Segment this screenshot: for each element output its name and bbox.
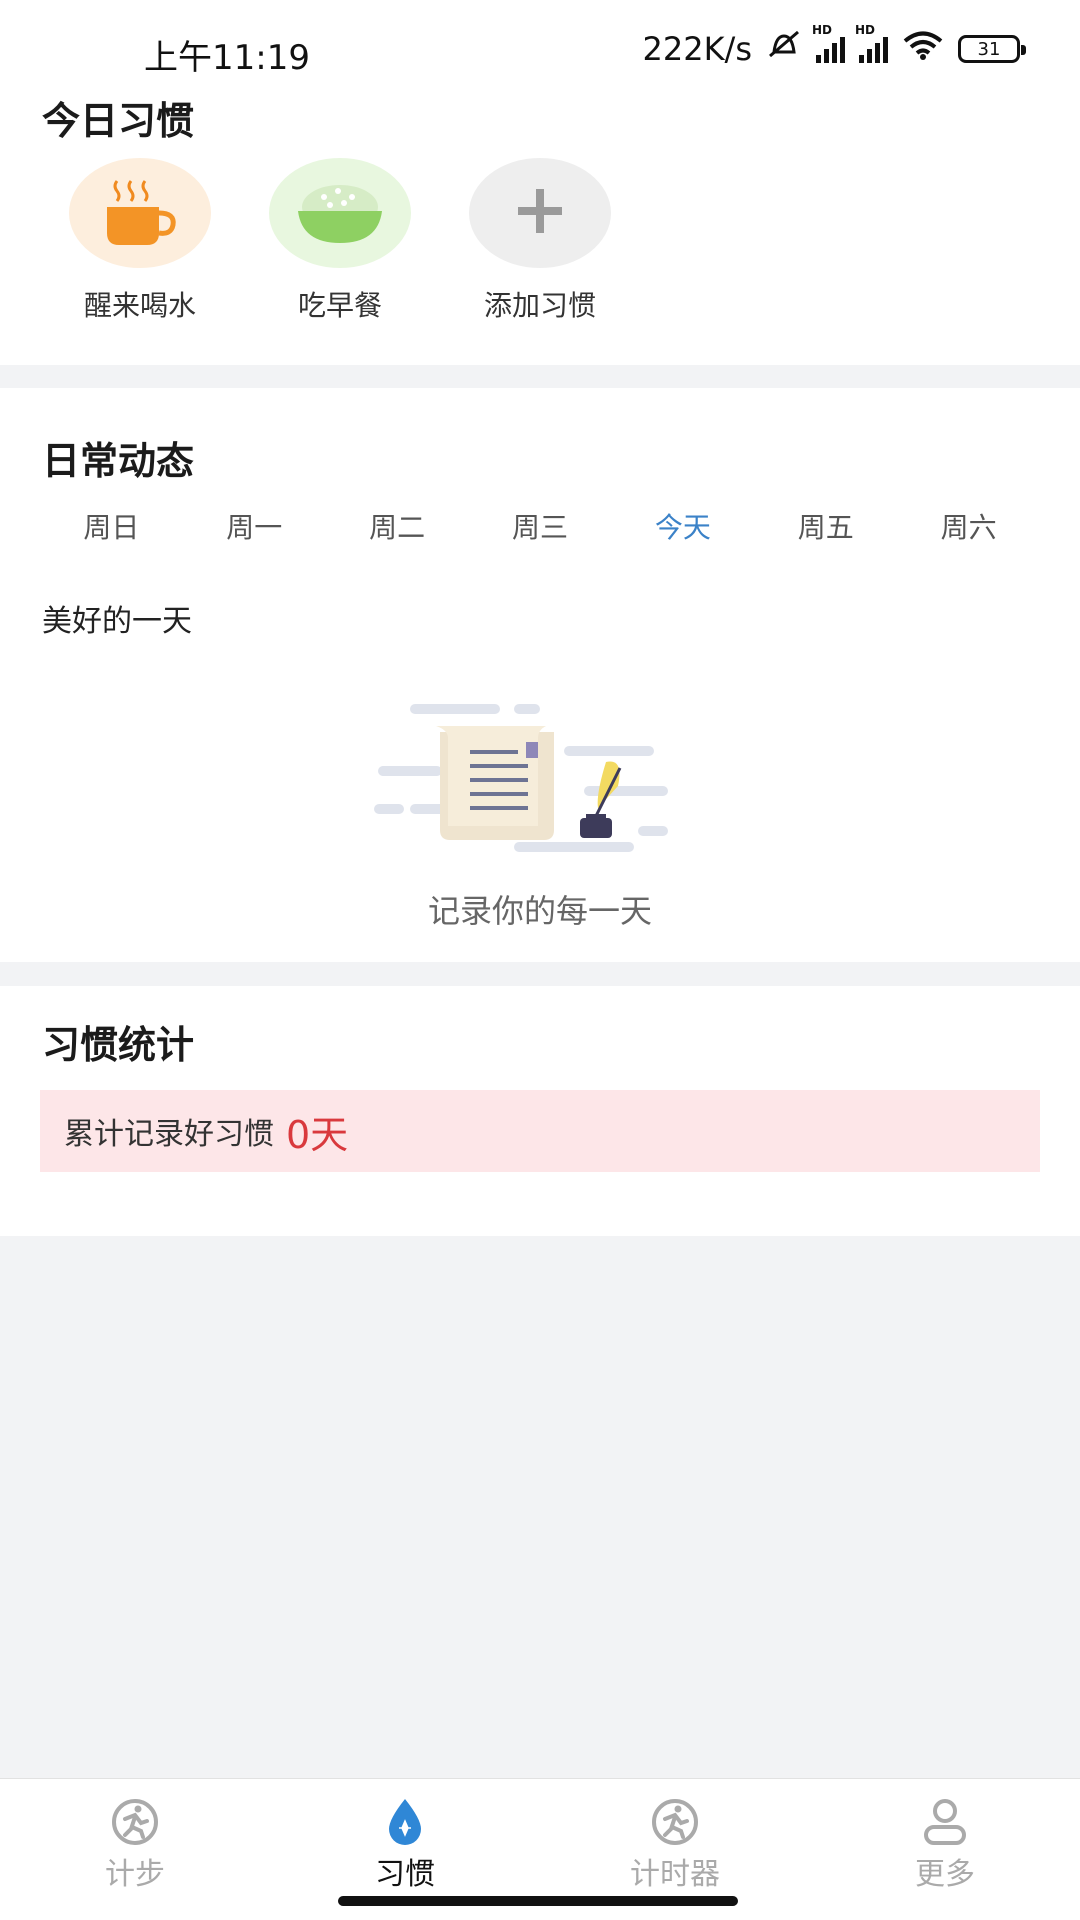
daily-title: 日常动态 xyxy=(42,439,195,483)
habit-label: 醒来喝水 xyxy=(83,289,196,322)
status-time: 上午11:19 xyxy=(144,38,310,78)
stat-label: 累计记录好习惯 xyxy=(64,1117,274,1152)
signal-icon: HD xyxy=(855,23,888,63)
nav-item-habits[interactable]: 习惯 xyxy=(305,1797,505,1893)
runner-icon xyxy=(645,1797,705,1847)
nav-item-more[interactable]: 更多 xyxy=(845,1797,1045,1893)
week-tabs: 周日 周一 周二 周三 今天 周五 周六 xyxy=(40,506,1040,546)
daily-subtitle: 美好的一天 xyxy=(42,604,192,639)
tab-monday[interactable]: 周一 xyxy=(183,506,326,546)
home-indicator[interactable] xyxy=(338,1896,738,1906)
water-drop-icon xyxy=(375,1797,435,1847)
status-icons: 222K/s HD HD 31 xyxy=(642,23,1026,68)
stat-value: 0天 xyxy=(286,1112,349,1157)
habit-circle xyxy=(269,158,411,268)
nav-item-step-counter[interactable]: 计步 xyxy=(35,1797,235,1893)
stats-section: 习惯统计 累计记录好习惯 0天 xyxy=(0,986,1080,1236)
rice-bowl-icon xyxy=(290,171,390,255)
battery-level: 31 xyxy=(977,38,1001,60)
battery-icon: 31 xyxy=(958,35,1026,63)
tab-tuesday[interactable]: 周二 xyxy=(326,506,469,546)
nav-label: 更多 xyxy=(915,1857,975,1892)
habit-item-drink-water[interactable]: 醒来喝水 xyxy=(40,158,240,324)
habit-circle xyxy=(469,158,611,268)
stat-summary-box: 累计记录好习惯 0天 xyxy=(40,1090,1040,1172)
habit-circle xyxy=(69,158,211,268)
tab-friday[interactable]: 周五 xyxy=(754,506,897,546)
empty-diary-illustration-icon xyxy=(374,704,684,854)
person-icon xyxy=(915,1797,975,1847)
app-root: 上午11:19 222K/s HD HD 31 今日习惯 醒来喝水 吃早餐 添加… xyxy=(0,0,1080,1920)
wifi-icon xyxy=(902,30,944,68)
habit-item-add[interactable]: 添加习惯 xyxy=(440,158,640,324)
coffee-cup-icon xyxy=(95,171,185,255)
nav-label: 习惯 xyxy=(375,1857,435,1892)
stats-title: 习惯统计 xyxy=(42,1023,195,1067)
network-speed: 222K/s xyxy=(642,30,752,68)
tab-sunday[interactable]: 周日 xyxy=(40,506,183,546)
signal-icon: HD xyxy=(812,23,845,63)
today-habits-section: 今日习惯 醒来喝水 吃早餐 添加习惯 xyxy=(0,80,1080,365)
runner-icon xyxy=(105,1797,165,1847)
empty-state-text: 记录你的每一天 xyxy=(427,892,652,930)
nav-label: 计步 xyxy=(105,1857,165,1892)
tab-wednesday[interactable]: 周三 xyxy=(469,506,612,546)
tab-saturday[interactable]: 周六 xyxy=(897,506,1040,546)
plus-icon xyxy=(514,185,566,241)
habit-label: 添加习惯 xyxy=(483,289,596,322)
daily-section: 日常动态 周日 周一 周二 周三 今天 周五 周六 美好的一天 记录你的每一天 xyxy=(0,388,1080,962)
mute-icon xyxy=(766,30,802,68)
nav-label: 计时器 xyxy=(630,1857,720,1892)
habit-label: 吃早餐 xyxy=(297,289,382,322)
tab-today[interactable]: 今天 xyxy=(611,506,754,546)
today-habits-title: 今日习惯 xyxy=(42,99,195,143)
nav-item-timer[interactable]: 计时器 xyxy=(575,1797,775,1893)
habit-item-breakfast[interactable]: 吃早餐 xyxy=(240,158,440,324)
